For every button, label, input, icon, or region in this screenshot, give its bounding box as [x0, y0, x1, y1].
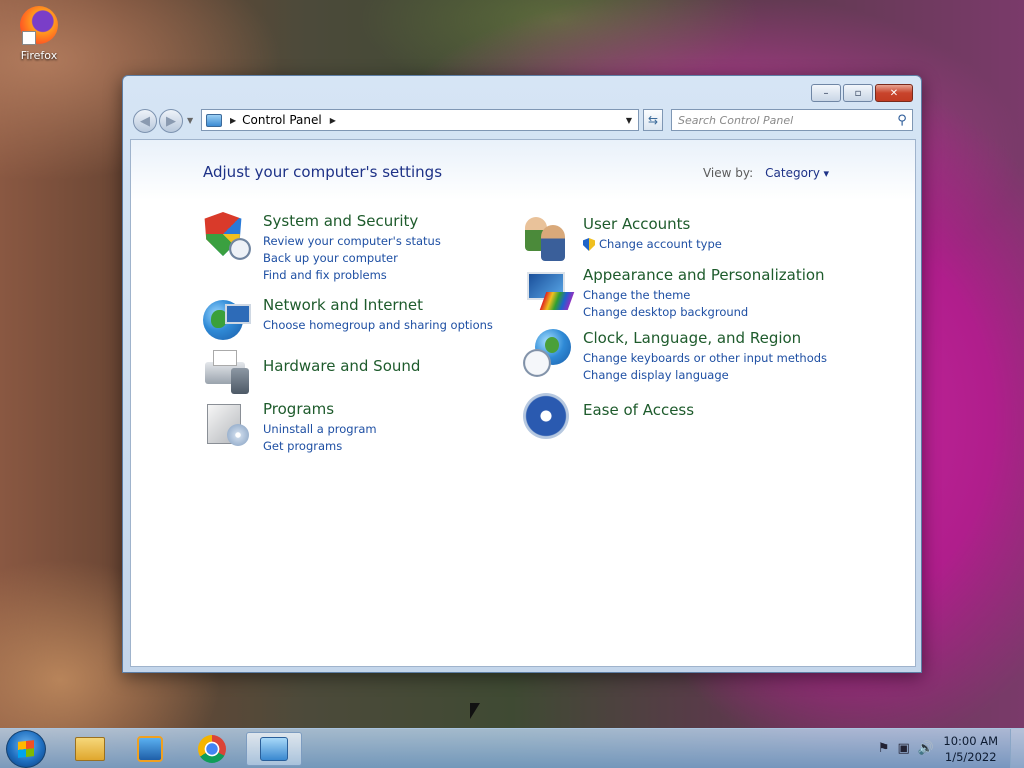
taskbar-chrome[interactable]	[184, 732, 240, 766]
taskbar-control-panel[interactable]	[246, 732, 302, 766]
refresh-icon[interactable]: ⇆	[643, 109, 663, 131]
category-user-accounts: User Accounts Change account type	[523, 215, 722, 263]
category-title[interactable]: Network and Internet	[263, 296, 493, 314]
category-title[interactable]: Programs	[263, 400, 377, 418]
category-ease-of-access: Ease of Access	[523, 393, 694, 441]
category-title[interactable]: System and Security	[263, 212, 441, 230]
category-title[interactable]: Appearance and Personalization	[583, 266, 825, 284]
network-icon[interactable]: ▣	[898, 741, 910, 756]
shield-icon	[203, 212, 251, 260]
uac-shield-icon	[583, 238, 595, 251]
control-panel-icon	[260, 737, 288, 761]
minimize-button[interactable]: –	[811, 84, 841, 102]
link-homegroup[interactable]: Choose homegroup and sharing options	[263, 317, 493, 334]
firefox-icon	[20, 6, 58, 45]
category-hardware-and-sound: Hardware and Sound	[203, 348, 420, 396]
clock-globe-icon	[523, 329, 571, 377]
content-pane: Adjust your computer's settings View by:…	[130, 139, 916, 667]
clock[interactable]: 10:00 AM 1/5/2022	[943, 733, 998, 765]
link-get-programs[interactable]: Get programs	[263, 438, 377, 455]
users-icon	[523, 215, 571, 263]
programs-box-icon	[203, 400, 251, 448]
taskbar-explorer[interactable]	[62, 732, 118, 766]
category-title[interactable]: User Accounts	[583, 215, 722, 233]
category-title[interactable]: Clock, Language, and Region	[583, 329, 827, 347]
taskbar-media-player[interactable]	[122, 732, 178, 766]
maximize-button[interactable]: ▫	[843, 84, 873, 102]
system-tray: ⚑ ▣ 🔊	[878, 741, 934, 756]
clock-date: 1/5/2022	[944, 750, 997, 764]
link-change-language[interactable]: Change display language	[583, 367, 827, 384]
category-network-and-internet: Network and Internet Choose homegroup an…	[203, 296, 493, 344]
view-by-label: View by:	[702, 166, 754, 180]
chrome-icon	[198, 735, 226, 763]
control-panel-window: – ▫ ✕ ◀ ▶ ▼ ▶ Control Panel ▶ ▼ ⇆ ⚲ Adju…	[122, 75, 922, 673]
view-by: View by: Category	[703, 166, 829, 180]
link-change-keyboards[interactable]: Change keyboards or other input methods	[583, 350, 827, 367]
view-by-dropdown[interactable]: Category	[765, 166, 829, 180]
control-panel-icon	[206, 113, 222, 127]
search-icon[interactable]: ⚲	[892, 113, 912, 128]
link-uninstall[interactable]: Uninstall a program	[263, 421, 377, 438]
link-back-up[interactable]: Back up your computer	[263, 250, 441, 267]
back-button[interactable]: ◀	[133, 109, 157, 133]
category-appearance: Appearance and Personalization Change th…	[523, 266, 825, 321]
breadcrumb-control-panel[interactable]: Control Panel	[242, 113, 322, 127]
taskbar: ⚑ ▣ 🔊 10:00 AM 1/5/2022	[0, 728, 1024, 768]
action-center-flag-icon[interactable]: ⚑	[878, 741, 890, 756]
folder-icon	[75, 737, 105, 761]
printer-icon	[203, 348, 251, 396]
address-bar[interactable]: ▶ Control Panel ▶ ▼	[201, 109, 639, 131]
link-review-status[interactable]: Review your computer's status	[263, 233, 441, 250]
mouse-cursor-icon	[470, 703, 480, 719]
link-text: Change account type	[599, 237, 722, 251]
address-dropdown-icon[interactable]: ▼	[626, 116, 632, 125]
search-box[interactable]: ⚲	[671, 109, 913, 131]
link-change-theme[interactable]: Change the theme	[583, 287, 825, 304]
clock-time: 10:00 AM	[943, 734, 998, 748]
network-globe-icon	[203, 296, 251, 344]
volume-icon[interactable]: 🔊	[918, 741, 934, 756]
forward-button[interactable]: ▶	[159, 109, 183, 133]
page-title: Adjust your computer's settings	[203, 163, 443, 181]
link-find-fix[interactable]: Find and fix problems	[263, 267, 441, 284]
category-system-and-security: System and Security Review your computer…	[203, 212, 441, 284]
close-button[interactable]: ✕	[875, 84, 913, 102]
category-title[interactable]: Ease of Access	[583, 401, 694, 419]
link-change-background[interactable]: Change desktop background	[583, 304, 825, 321]
recent-pages-dropdown-icon[interactable]: ▼	[187, 116, 193, 125]
window-controls: – ▫ ✕	[811, 84, 913, 102]
breadcrumb-separator-icon[interactable]: ▶	[330, 116, 336, 125]
breadcrumb-separator-icon[interactable]: ▶	[230, 116, 236, 125]
category-title[interactable]: Hardware and Sound	[263, 357, 420, 375]
desktop-icon-label: Firefox	[20, 49, 58, 62]
category-clock-language-region: Clock, Language, and Region Change keybo…	[523, 329, 827, 384]
category-programs: Programs Uninstall a program Get program…	[203, 400, 377, 455]
desktop-icon-firefox[interactable]: Firefox	[12, 6, 66, 62]
navigation-bar: ◀ ▶ ▼ ▶ Control Panel ▶ ▼ ⇆ ⚲	[131, 107, 913, 133]
media-player-icon	[137, 736, 163, 762]
link-change-account-type[interactable]: Change account type	[583, 236, 722, 253]
start-button[interactable]	[6, 730, 46, 768]
show-desktop-button[interactable]	[1010, 729, 1024, 768]
ease-of-access-icon	[523, 393, 571, 441]
search-input[interactable]	[672, 111, 892, 129]
appearance-icon	[523, 266, 575, 314]
